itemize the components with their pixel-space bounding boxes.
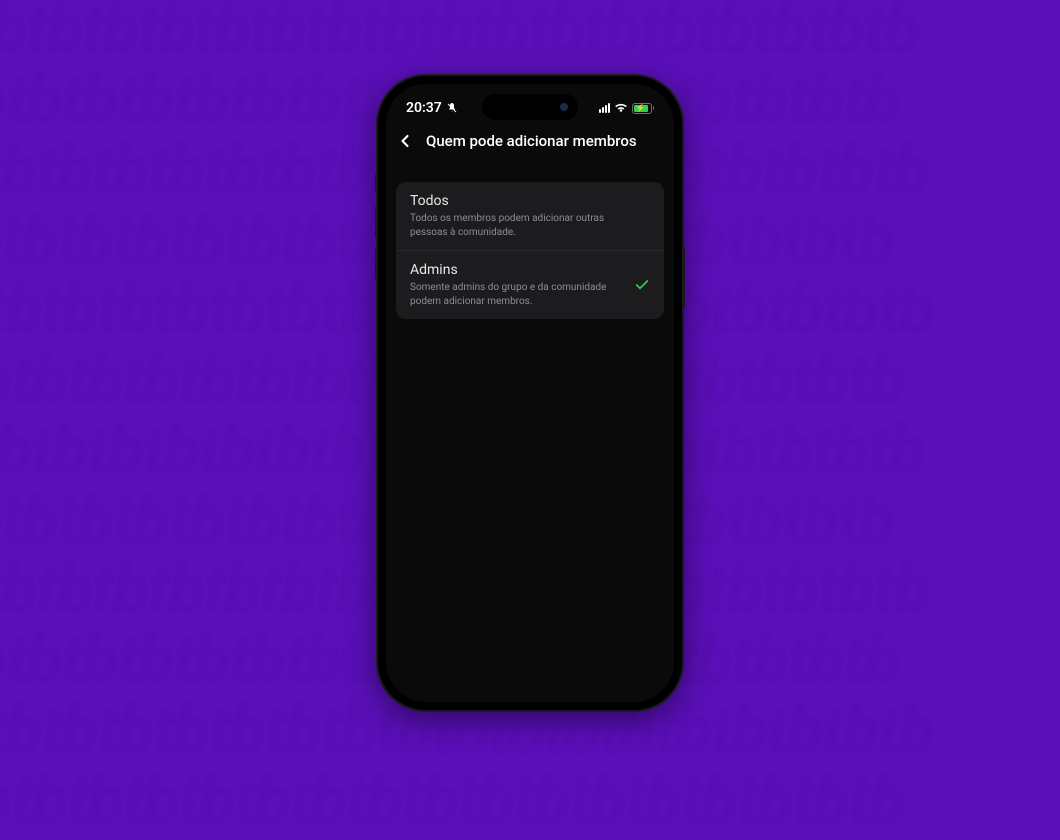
option-todos[interactable]: Todos Todos os membros podem adicionar o…	[396, 182, 664, 251]
options-list: Todos Todos os membros podem adicionar o…	[396, 182, 664, 319]
front-camera	[560, 103, 568, 111]
dynamic-island	[482, 94, 578, 120]
option-description: Somente admins do grupo e da comunidade …	[410, 281, 650, 308]
page-title: Quem pode adicionar membros	[426, 132, 637, 150]
power-button	[682, 246, 685, 308]
charging-bolt-icon: ⚡	[636, 104, 646, 113]
volume-down-button	[375, 248, 378, 280]
phone-frame: 20:37 ⚡	[378, 76, 682, 710]
page-header: Quem pode adicionar membros	[386, 124, 674, 166]
option-title: Todos	[410, 193, 650, 209]
option-admins[interactable]: Admins Somente admins do grupo e da comu…	[396, 251, 664, 319]
chevron-left-icon	[395, 131, 415, 151]
notification-silent-icon	[446, 102, 458, 114]
phone-screen: 20:37 ⚡	[386, 84, 674, 702]
mute-switch	[375, 174, 378, 192]
volume-up-button	[375, 206, 378, 238]
battery-indicator: ⚡	[632, 103, 654, 114]
checkmark-icon	[634, 277, 650, 293]
wifi-icon	[614, 103, 628, 113]
cellular-signal-icon	[599, 103, 610, 113]
back-button[interactable]	[394, 130, 416, 152]
status-left: 20:37	[406, 100, 458, 116]
option-title: Admins	[410, 262, 650, 278]
status-time: 20:37	[406, 100, 442, 116]
status-right: ⚡	[599, 103, 654, 114]
option-description: Todos os membros podem adicionar outras …	[410, 212, 650, 239]
